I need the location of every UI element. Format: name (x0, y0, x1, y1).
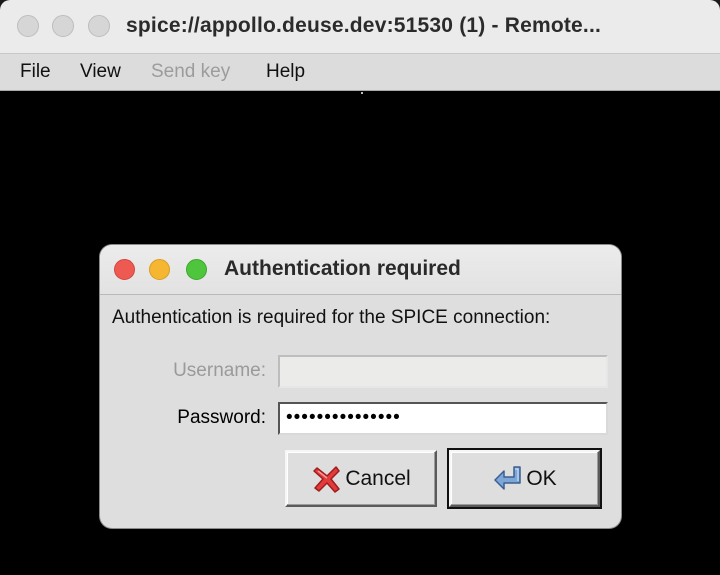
window-close-button[interactable] (17, 15, 39, 37)
dialog-title: Authentication required (224, 257, 461, 280)
ok-button-label: OK (526, 466, 557, 490)
username-label: Username: (173, 360, 266, 381)
password-field[interactable]: ••••••••••••••• (278, 402, 608, 435)
cancel-button[interactable]: Cancel (285, 450, 437, 507)
window-titlebar[interactable]: spice://appollo.deuse.dev:51530 (1) - Re… (0, 0, 720, 54)
menu-help[interactable]: Help (266, 61, 305, 83)
dialog-minimize-button[interactable] (149, 259, 170, 280)
cancel-button-label: Cancel (345, 466, 411, 490)
remote-viewer-window: spice://appollo.deuse.dev:51530 (1) - Re… (0, 0, 720, 575)
enter-arrow-icon (494, 465, 522, 490)
password-label: Password: (177, 407, 266, 428)
dialog-titlebar[interactable]: Authentication required (100, 245, 621, 295)
username-field[interactable] (278, 355, 608, 388)
red-x-icon (313, 465, 341, 493)
menu-bar: File View Send key Help (0, 54, 720, 91)
remote-cursor (361, 92, 363, 94)
dialog-message: Authentication is required for the SPICE… (112, 307, 551, 328)
menu-send-key[interactable]: Send key (151, 61, 230, 83)
authentication-dialog: Authentication required Authentication i… (100, 245, 621, 528)
dialog-close-button[interactable] (114, 259, 135, 280)
menu-view[interactable]: View (80, 61, 121, 83)
ok-button[interactable]: OK (447, 448, 602, 509)
dialog-zoom-button[interactable] (186, 259, 207, 280)
window-minimize-button[interactable] (52, 15, 74, 37)
window-title: spice://appollo.deuse.dev:51530 (1) - Re… (126, 14, 602, 37)
menu-file[interactable]: File (20, 61, 51, 83)
window-zoom-button[interactable] (88, 15, 110, 37)
